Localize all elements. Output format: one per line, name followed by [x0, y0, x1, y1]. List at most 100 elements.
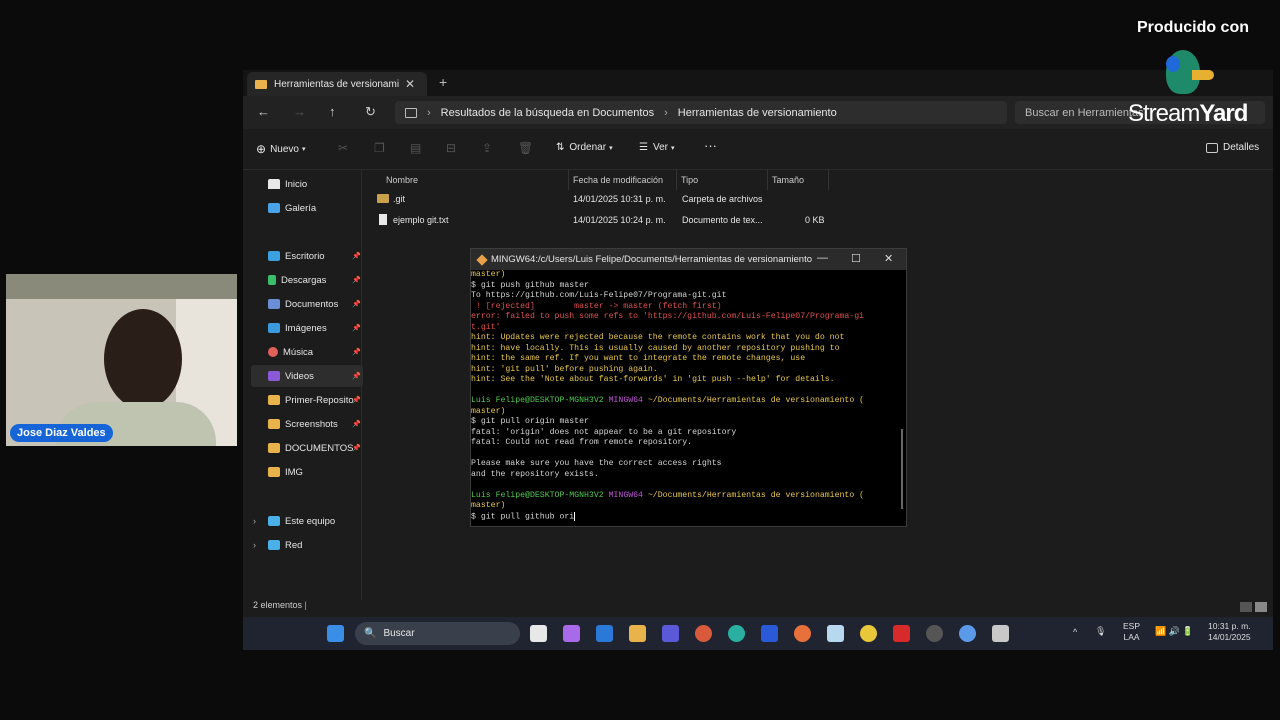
sidebar-item-primer-repositorio[interactable]: Primer-Reposito 📌	[251, 389, 363, 411]
back-icon[interactable]: ←	[257, 104, 270, 119]
view-button[interactable]: ☰ Ver ▾	[639, 142, 675, 153]
copy-icon[interactable]: ❐	[374, 141, 385, 155]
sidebar-item-screenshots[interactable]: Screenshots 📌	[251, 413, 363, 435]
pin-icon[interactable]: 📌	[352, 396, 361, 404]
sidebar-item-documentos-upper[interactable]: DOCUMENTOS 📌	[251, 437, 363, 459]
sidebar-item-videos[interactable]: Videos 📌	[251, 365, 363, 387]
forward-icon[interactable]: →	[293, 104, 306, 119]
search-placeholder: Buscar en Herramientas	[1025, 106, 1144, 119]
share-icon[interactable]: ⇪	[482, 141, 492, 155]
sidebar-item-descargas[interactable]: Descargas 📌	[251, 269, 363, 291]
pin-icon[interactable]: 📌	[352, 252, 361, 260]
sidebar-item-musica[interactable]: Música 📌	[251, 341, 363, 363]
edge-icon[interactable]	[728, 625, 745, 642]
pin-icon[interactable]: 📌	[352, 444, 361, 452]
file-modified: 14/01/2025 10:31 p. m.	[573, 194, 666, 204]
chevron-right-icon[interactable]: ›	[253, 540, 256, 550]
store-icon[interactable]	[530, 625, 547, 642]
details-view-icon[interactable]	[1240, 602, 1252, 612]
pin-icon[interactable]: 📌	[352, 420, 361, 428]
address-bar[interactable]: › Resultados de la búsqueda en Documento…	[395, 101, 1007, 124]
windows-start-icon[interactable]	[327, 625, 344, 642]
terminal-line: Luis Felipe@DESKTOP-MGNH3V2 MINGW64 ~/Do…	[471, 490, 865, 500]
powerpoint-icon[interactable]	[695, 625, 712, 642]
microphone-icon[interactable]: 🎙	[1095, 626, 1106, 637]
close-icon[interactable]: ✕	[884, 252, 893, 265]
details-label: Detalles	[1223, 142, 1260, 153]
details-button[interactable]: Detalles	[1206, 142, 1259, 153]
column-header-name[interactable]: Nombre	[363, 170, 569, 190]
language-indicator[interactable]: ESP LAA	[1123, 621, 1140, 643]
copilot-icon[interactable]	[563, 625, 580, 642]
new-button[interactable]: ⊕ Nuevo ▾	[256, 142, 305, 156]
delete-icon[interactable]: 🗑	[518, 141, 533, 155]
terminal-line: hint: the same ref. If you want to integ…	[471, 354, 806, 363]
breadcrumb-search-results[interactable]: Resultados de la búsqueda en Documentos	[441, 107, 654, 119]
paste-icon[interactable]: ▤	[410, 141, 421, 155]
sidebar-item-documentos[interactable]: Documentos 📌	[251, 293, 363, 315]
column-header-modified[interactable]: Fecha de modificación	[569, 170, 677, 190]
chrome-icon[interactable]	[860, 625, 877, 642]
lang-secondary: LAA	[1123, 632, 1140, 642]
sidebar-label: IMG	[285, 466, 303, 478]
wifi-volume-battery-icon[interactable]: 📶 🔊 🔋	[1155, 626, 1194, 637]
sidebar-item-galeria[interactable]: Galería	[251, 197, 363, 219]
new-tab-icon[interactable]: +	[439, 74, 447, 90]
sidebar-item-img[interactable]: IMG	[251, 461, 363, 483]
more-label: ···	[704, 138, 717, 153]
sidebar-item-red[interactable]: › Red	[251, 534, 363, 556]
pin-icon[interactable]: 📌	[352, 348, 361, 356]
file-explorer-icon[interactable]	[629, 625, 646, 642]
sort-button[interactable]: ⇅ Ordenar ▾	[556, 142, 613, 153]
chevron-up-icon[interactable]: ^	[1073, 627, 1077, 637]
vscode-icon[interactable]	[596, 625, 613, 642]
cut-icon[interactable]: ✂	[338, 141, 348, 155]
file-modified: 14/01/2025 10:24 p. m.	[573, 215, 666, 225]
pin-icon[interactable]: 📌	[352, 372, 361, 380]
chevron-right-icon[interactable]: ›	[253, 516, 256, 526]
pin-icon[interactable]: 📌	[352, 324, 361, 332]
app-icon[interactable]	[926, 625, 943, 642]
streamyard-logo: StreamYard	[1128, 100, 1248, 128]
explorer-tab[interactable]: Herramientas de versionamier ✕	[247, 72, 427, 96]
sidebar-item-inicio[interactable]: Inicio	[251, 173, 363, 195]
file-row[interactable]: ejemplo git.txt 14/01/2025 10:24 p. m. D…	[373, 210, 833, 230]
terminal-output[interactable]: master) $ git push github master To https:…	[471, 270, 899, 526]
pin-icon[interactable]: 📌	[352, 276, 361, 284]
breadcrumb-folder[interactable]: Herramientas de versionamiento	[678, 107, 837, 119]
sidebar-label: Inicio	[285, 178, 308, 190]
notepad-icon[interactable]	[827, 625, 844, 642]
acrobat-icon[interactable]	[893, 625, 910, 642]
maximize-icon[interactable]: ☐	[851, 252, 861, 265]
word-icon[interactable]	[761, 625, 778, 642]
terminal-line: and the repository exists.	[471, 469, 599, 479]
presenter-name-badge: Jose Diaz Valdes	[10, 424, 113, 442]
file-row[interactable]: .git 14/01/2025 10:31 p. m. Carpeta de a…	[373, 189, 833, 209]
teams-icon[interactable]	[662, 625, 679, 642]
column-label: Nombre	[386, 175, 419, 185]
sidebar-item-este-equipo[interactable]: › Este equipo	[251, 510, 363, 532]
git-bash-icon[interactable]	[992, 625, 1009, 642]
presenter-head	[104, 309, 182, 409]
more-options-button[interactable]: ···	[704, 138, 717, 153]
up-icon[interactable]: ↑	[329, 104, 336, 119]
close-tab-icon[interactable]: ✕	[405, 77, 415, 91]
folder-icon	[255, 79, 267, 89]
firefox-icon[interactable]	[794, 625, 811, 642]
column-header-size[interactable]: Tamaño	[768, 170, 829, 190]
rename-icon[interactable]: ⊟	[446, 141, 456, 155]
pin-icon[interactable]: 📌	[352, 300, 361, 308]
column-header-type[interactable]: Tipo	[677, 170, 768, 190]
tiles-view-icon[interactable]	[1255, 602, 1267, 612]
terminal-line: hint: have locally. This is usually caus…	[471, 343, 840, 353]
minimize-icon[interactable]: —	[817, 252, 828, 264]
terminal-scrollbar[interactable]	[901, 429, 903, 509]
file-size: 0 KB	[805, 215, 825, 225]
sidebar-item-escritorio[interactable]: Escritorio 📌	[251, 245, 363, 267]
refresh-icon[interactable]: ↻	[365, 104, 376, 120]
chrome-profile-icon[interactable]	[959, 625, 976, 642]
clock[interactable]: 10:31 p. m. 14/01/2025	[1208, 621, 1251, 643]
sidebar-item-imagenes[interactable]: Imágenes 📌	[251, 317, 363, 339]
taskbar-search[interactable]: 🔍 Buscar	[355, 622, 520, 645]
new-label: Nuevo	[270, 143, 299, 155]
